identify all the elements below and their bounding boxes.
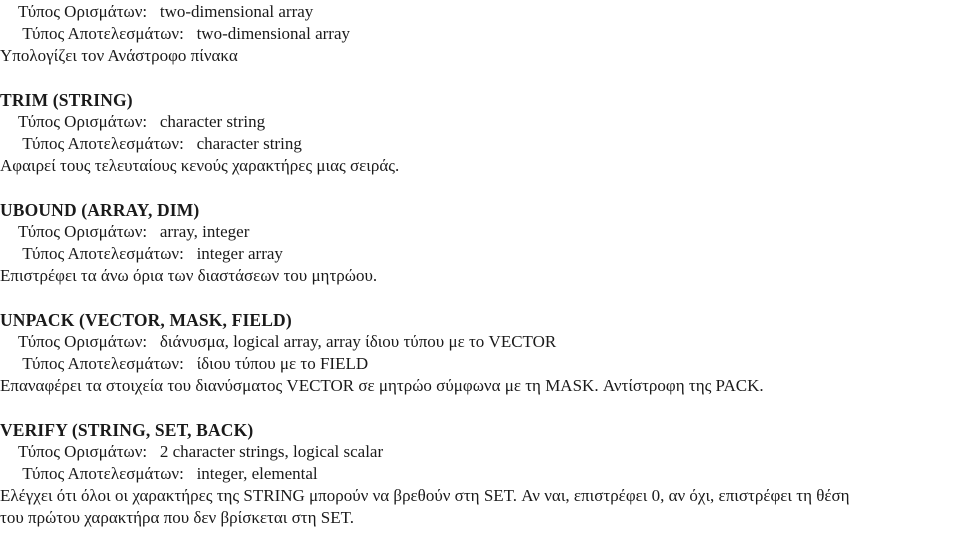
description-line: Επαναφέρει τα στοιχεία του διανύσματος V… [0, 376, 764, 395]
intrinsic-entry-ubound: UBOUND (ARRAY, DIM) Τύπος Ορισμάτων: arr… [0, 199, 960, 287]
arguments-type-line: Τύπος Ορισμάτων: character string [14, 112, 266, 131]
arguments-type-line: Τύπος Ορισμάτων: 2 character strings, lo… [14, 442, 384, 461]
results-type-line: Τύπος Αποτελεσμάτων: two-dimensional arr… [14, 24, 350, 43]
results-type-line: Τύπος Αποτελεσμάτων: character string [14, 134, 302, 153]
description-line: Ελέγχει ότι όλοι οι χαρακτήρες της STRIN… [0, 486, 850, 505]
arguments-type-line: Τύπος Ορισμάτων: διάνυσμα, logical array… [14, 332, 557, 351]
intrinsic-entry-trim: TRIM (STRING) Τύπος Ορισμάτων: character… [0, 89, 960, 177]
results-type-line: Τύπος Αποτελεσμάτων: integer array [14, 244, 283, 263]
results-type-line: Τύπος Αποτελεσμάτων: integer, elemental [14, 464, 318, 483]
description-line: Αφαιρεί τους τελευταίους κενούς χαρακτήρ… [0, 156, 400, 175]
intrinsic-entry-verify: VERIFY (STRING, SET, BACK) Τύπος Ορισμάτ… [0, 419, 960, 529]
description-line: του πρώτου χαρακτήρα που δεν βρίσκεται σ… [0, 508, 354, 527]
entry-heading: TRIM (STRING) [0, 90, 133, 110]
document-page: Τύπος Ορισμάτων: two-dimensional array Τ… [0, 0, 960, 537]
entry-heading: UNPACK (VECTOR, MASK, FIELD) [0, 310, 292, 330]
intrinsic-entry: Τύπος Ορισμάτων: two-dimensional array Τ… [0, 0, 960, 67]
intrinsic-entry-unpack: UNPACK (VECTOR, MASK, FIELD) Τύπος Ορισμ… [0, 309, 960, 397]
description-line: Υπολογίζει τον Ανάστροφο πίνακα [0, 46, 238, 65]
entry-heading: VERIFY (STRING, SET, BACK) [0, 420, 254, 440]
description-line: Επιστρέφει τα άνω όρια των διαστάσεων το… [0, 266, 378, 285]
arguments-type-line: Τύπος Ορισμάτων: array, integer [14, 222, 250, 241]
results-type-line: Τύπος Αποτελεσμάτων: ίδιου τύπου με το F… [14, 354, 369, 373]
entry-heading: UBOUND (ARRAY, DIM) [0, 200, 200, 220]
arguments-type-line: Τύπος Ορισμάτων: two-dimensional array [14, 2, 314, 21]
